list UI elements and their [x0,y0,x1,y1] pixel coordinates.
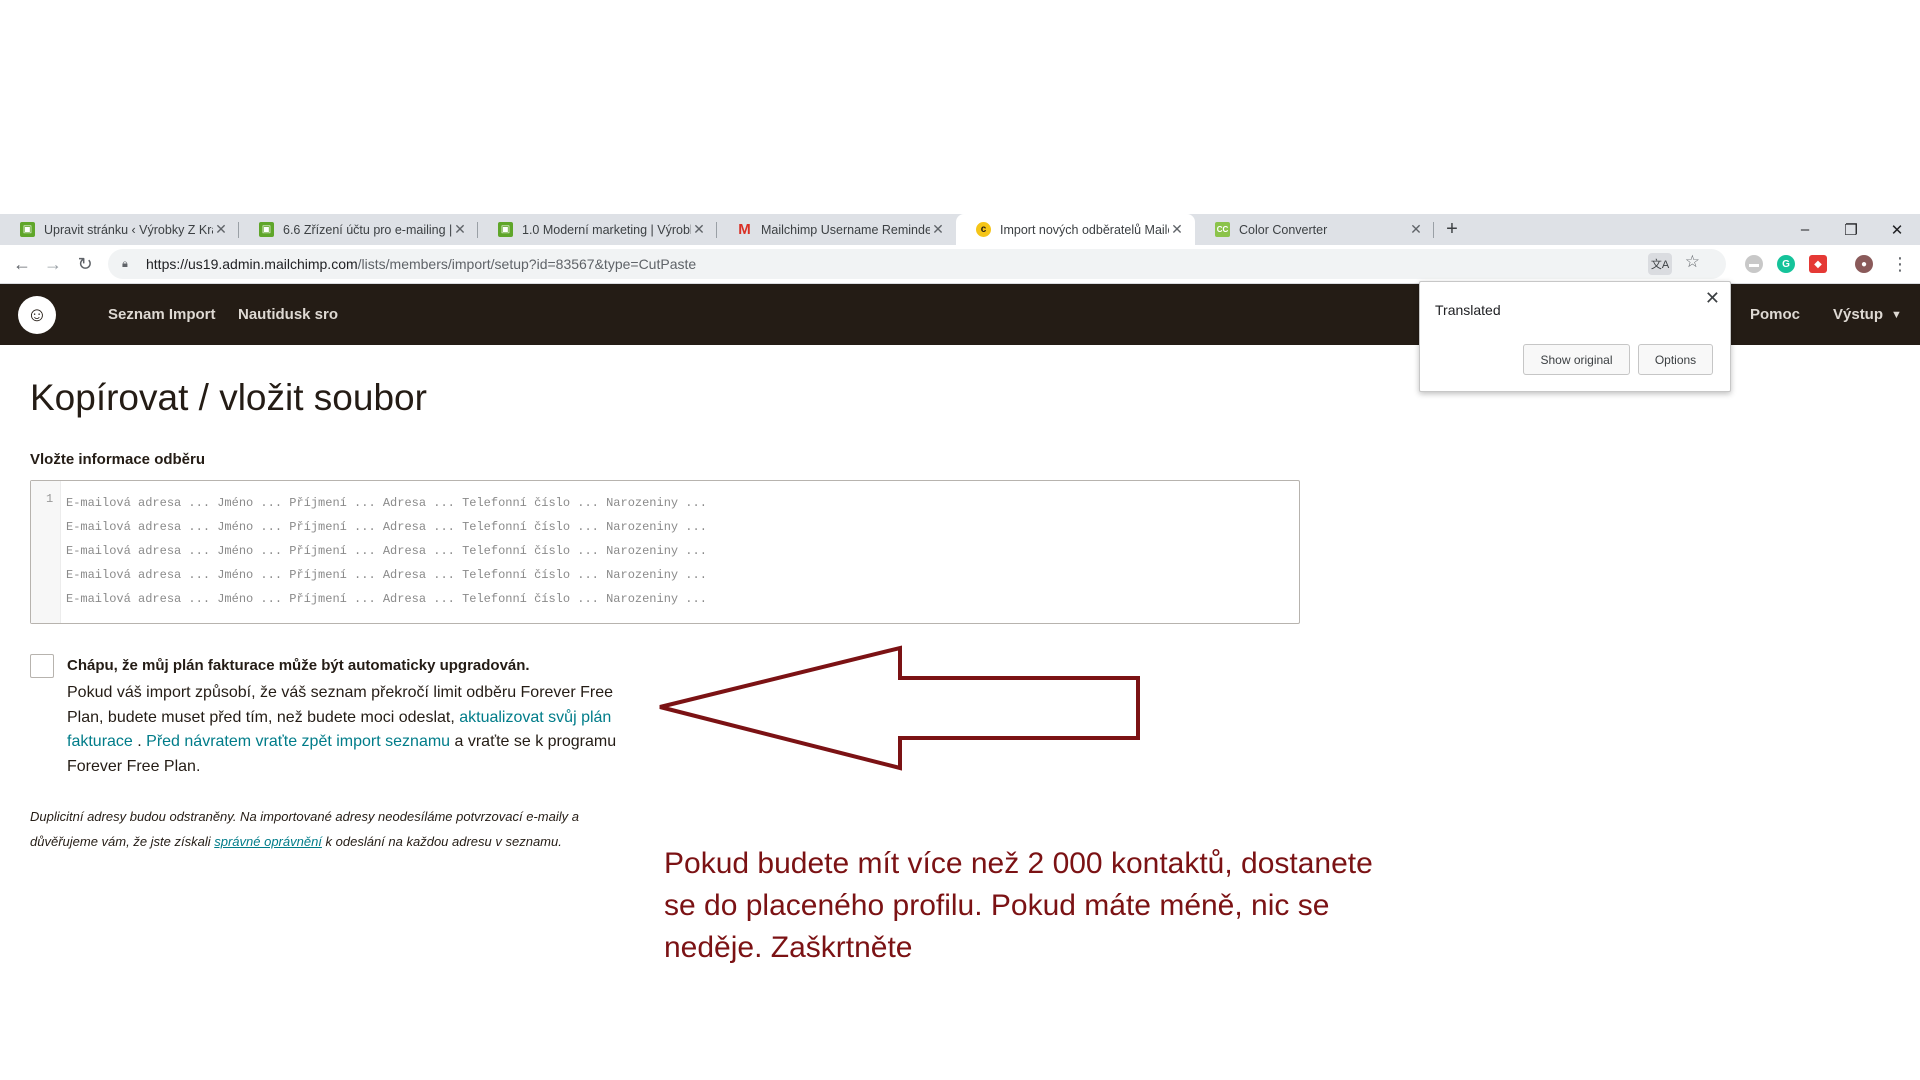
nav-help[interactable]: Pomoc [1750,284,1800,345]
bookmark-star-icon[interactable]: ☆ [1685,252,1700,272]
woo-icon: ▣ [498,222,513,237]
annotation-text: Pokud budete mít více než 2 000 kontaktů… [664,847,1373,964]
window-close-button[interactable]: ✕ [1874,214,1920,245]
tab-title: 1.0 Moderní marketing | Výrobky [522,222,691,237]
tab-title: Color Converter [1239,222,1328,237]
paste-subscribers-textarea[interactable]: 1 E-mailová adresa ... Jméno ... Příjmen… [30,480,1300,624]
tab-mailchimp-username-reminder[interactable]: M Mailchimp Username Reminder - ✕ [717,214,956,245]
nav-seznam-import[interactable]: Seznam Import [108,284,216,345]
browser-tab-strip: ▣ Upravit stránku ‹ Výrobky Z Kraje ✕ ▣ … [0,214,1920,245]
permission-link[interactable]: správné oprávnění [214,834,322,849]
tab-upravit-stranku[interactable]: ▣ Upravit stránku ‹ Výrobky Z Kraje ✕ [0,214,239,245]
browser-toolbar: ← → ↻ 🔒︎ https://us19.admin.mailchimp.co… [0,245,1920,284]
page-title: Kopírovat / vložit soubor [30,377,427,418]
minimize-button[interactable]: – [1782,214,1828,245]
nav-logout-label: Výstup [1833,306,1884,323]
tab-title: Upravit stránku ‹ Výrobky Z Kraje [44,222,213,237]
tab-moderni-marketing[interactable]: ▣ 1.0 Moderní marketing | Výrobky ✕ [478,214,717,245]
chevron-down-icon: ▼ [1891,308,1902,321]
gmail-icon: M [738,221,751,238]
new-tab-button[interactable]: + [1434,214,1470,245]
placeholder-line: E-mailová adresa ... Jméno ... Příjmení … [66,592,707,606]
address-bar[interactable]: 🔒︎ https://us19.admin.mailchimp.com/list… [108,249,1726,279]
close-icon[interactable]: ✕ [213,221,229,238]
mailchimp-logo-icon[interactable]: ☺ [18,296,56,334]
tab-title: Import nových odběratelů Mailch [1000,222,1169,237]
tab-import-odberatelu[interactable]: c Import nových odběratelů Mailch ✕ [956,214,1195,245]
profile-avatar[interactable]: ● [1855,255,1873,273]
show-original-button[interactable]: Show original [1523,344,1630,375]
shield-extension-icon[interactable]: ◆ [1809,255,1827,273]
close-icon[interactable]: ✕ [452,221,468,238]
tab-title: 6.6 Zřízení účtu pro e-mailing | Vý [283,222,452,237]
billing-upgrade-checkbox[interactable] [30,654,54,678]
tab-zrizeni-uctu[interactable]: ▣ 6.6 Zřízení účtu pro e-mailing | Vý ✕ [239,214,478,245]
checkbox-title: Chápu, že můj plán fakturace může být au… [67,657,530,674]
nav-nautidusk-sro[interactable]: Nautidusk sro [238,284,338,345]
arrow-shape [659,645,1140,771]
extension-chat-icon[interactable]: ▬ [1745,255,1763,273]
nav-logout[interactable]: Výstup ▼ [1833,284,1902,345]
translate-icon[interactable]: 文A [1648,253,1672,275]
close-icon[interactable]: ✕ [1169,221,1185,238]
url-host: https://us19.admin.mailchimp.com [146,256,358,272]
browser-menu-icon[interactable]: ⋮ [1889,253,1911,275]
back-icon[interactable]: ← [11,253,33,275]
note-text: k odeslání na každou adresu v seznamu. [321,833,562,849]
duplicate-note: Duplicitní adresy budou odstraněny. Na i… [30,805,630,854]
close-icon[interactable]: ✕ [691,221,707,238]
placeholder-line: E-mailová adresa ... Jméno ... Příjmení … [66,520,707,534]
checkbox-text: . [132,733,147,750]
grammarly-icon[interactable]: G [1777,255,1795,273]
forward-icon[interactable]: → [42,253,64,275]
undo-import-link[interactable]: Před návratem vraťte zpět import seznamu [146,733,450,750]
translate-popup: Translated ✕ Show original Options [1419,281,1731,392]
close-icon[interactable]: ✕ [1408,221,1424,238]
url-path: /lists/members/import/setup?id=83567&typ… [357,256,697,272]
options-button[interactable]: Options [1638,344,1713,375]
color-converter-icon: CC [1215,222,1230,237]
placeholder-line: E-mailová adresa ... Jméno ... Příjmení … [66,544,707,558]
reload-icon[interactable]: ↻ [74,253,96,275]
placeholder-line: E-mailová adresa ... Jméno ... Příjmení … [66,568,707,582]
close-icon[interactable]: ✕ [930,221,946,238]
woo-icon: ▣ [259,222,274,237]
woo-icon: ▣ [20,222,35,237]
line-number: 1 [46,492,54,506]
tab-color-converter[interactable]: CC Color Converter ✕ [1195,214,1434,245]
placeholder-lines: E-mailová adresa ... Jméno ... Příjmení … [66,491,707,611]
mailchimp-icon: c [976,222,991,237]
lock-icon: 🔒︎ [122,257,128,270]
translate-popup-title: Translated [1435,302,1501,318]
close-icon[interactable]: ✕ [1705,288,1720,309]
tab-title: Mailchimp Username Reminder - [761,222,930,237]
field-label: Vložte informace odběru [30,451,206,468]
restore-button[interactable]: ❐ [1828,214,1874,245]
checkbox-description: Pokud váš import způsobí, že váš seznam … [67,681,647,779]
placeholder-line: E-mailová adresa ... Jméno ... Příjmení … [66,496,707,510]
